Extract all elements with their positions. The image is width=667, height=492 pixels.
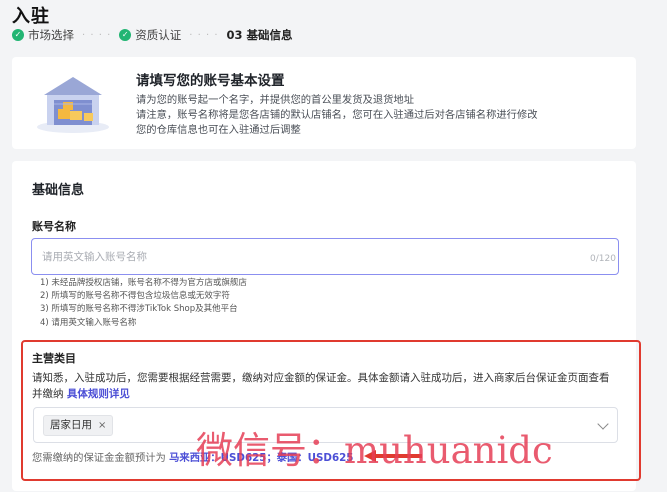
step-market: ✓ 市场选择 [12, 27, 74, 43]
page-title: 入驻 [12, 6, 50, 27]
step-progress: ✓ 市场选择 · · · · ✓ 资质认证 · · · · 03 基础信息 [12, 27, 293, 43]
section-title: 基础信息 [32, 183, 85, 198]
warehouse-illustration [37, 77, 109, 133]
rule-item: 3) 所填写的账号名称不得涉TikTok Shop及其他平台 [40, 304, 238, 315]
char-counter: 0/120 [590, 254, 616, 264]
account-name-rules: 1) 未经品牌授权店铺，账号名称不得为官方店或旗舰店 2) 所填写的账号名称不得… [40, 277, 247, 330]
intro-card: 请填写您的账号基本设置 请为您的账号起一个名字，并提供您的首公里发货及退货地址 … [12, 57, 636, 149]
rule-details-link[interactable]: 具体规则详见 [67, 388, 130, 400]
check-circle-icon: ✓ [12, 29, 24, 41]
account-name-label: 账号名称 [32, 220, 76, 233]
intro-line: 您的仓库信息也可在入驻通过后调整 [136, 124, 301, 136]
check-circle-icon: ✓ [119, 29, 132, 41]
rule-item: 2) 所填写的账号名称不得包含垃圾信息或无效字符 [40, 291, 230, 302]
category-desc-text: 并缴纳 [32, 388, 64, 400]
step-label: 市场选择 [28, 28, 74, 42]
intro-line: 请注意，账号名称将是您各店铺的默认店铺名，您可在入驻通过后对各店铺名称进行修改 [136, 109, 538, 121]
category-tag-label: 居家日用 [50, 419, 92, 431]
deposit-prefix: 您需缴纳的保证金金额预计为 [32, 452, 166, 464]
step-divider: · · · · [82, 29, 112, 41]
step-basic-info: 03 基础信息 [227, 27, 293, 43]
chevron-down-icon[interactable] [597, 418, 609, 430]
category-description: 请知悉，入驻成功后，您需要根据经营需要，缴纳对应金额的保证金。具体金额请入驻成功… [32, 370, 622, 402]
rule-item: 1) 未经品牌授权店铺，账号名称不得为官方店或旗舰店 [40, 278, 247, 288]
watermark: 微信号：muhuanidc [196, 429, 553, 472]
category-tag: 居家日用 × [43, 415, 114, 436]
intro-line: 请为您的账号起一个名字，并提供您的首公里发货及退货地址 [136, 94, 415, 106]
category-label: 主营类目 [32, 352, 76, 365]
step-label: 03 基础信息 [226, 28, 293, 42]
intro-title: 请填写您的账号基本设置 [136, 73, 285, 89]
category-desc-text: 请知悉，入驻成功后，您需要根据经营需要，缴纳对应金额的保证金。具体金额请入驻成功… [32, 372, 610, 384]
account-name-input[interactable] [31, 238, 619, 275]
close-icon[interactable]: × [98, 416, 106, 435]
step-divider: · · · · [189, 29, 219, 41]
rule-item: 4) 请用英文输入账号名称 [40, 317, 137, 328]
step-label: 资质认证 [135, 28, 182, 42]
step-qualification: ✓ 资质认证 [119, 27, 181, 43]
